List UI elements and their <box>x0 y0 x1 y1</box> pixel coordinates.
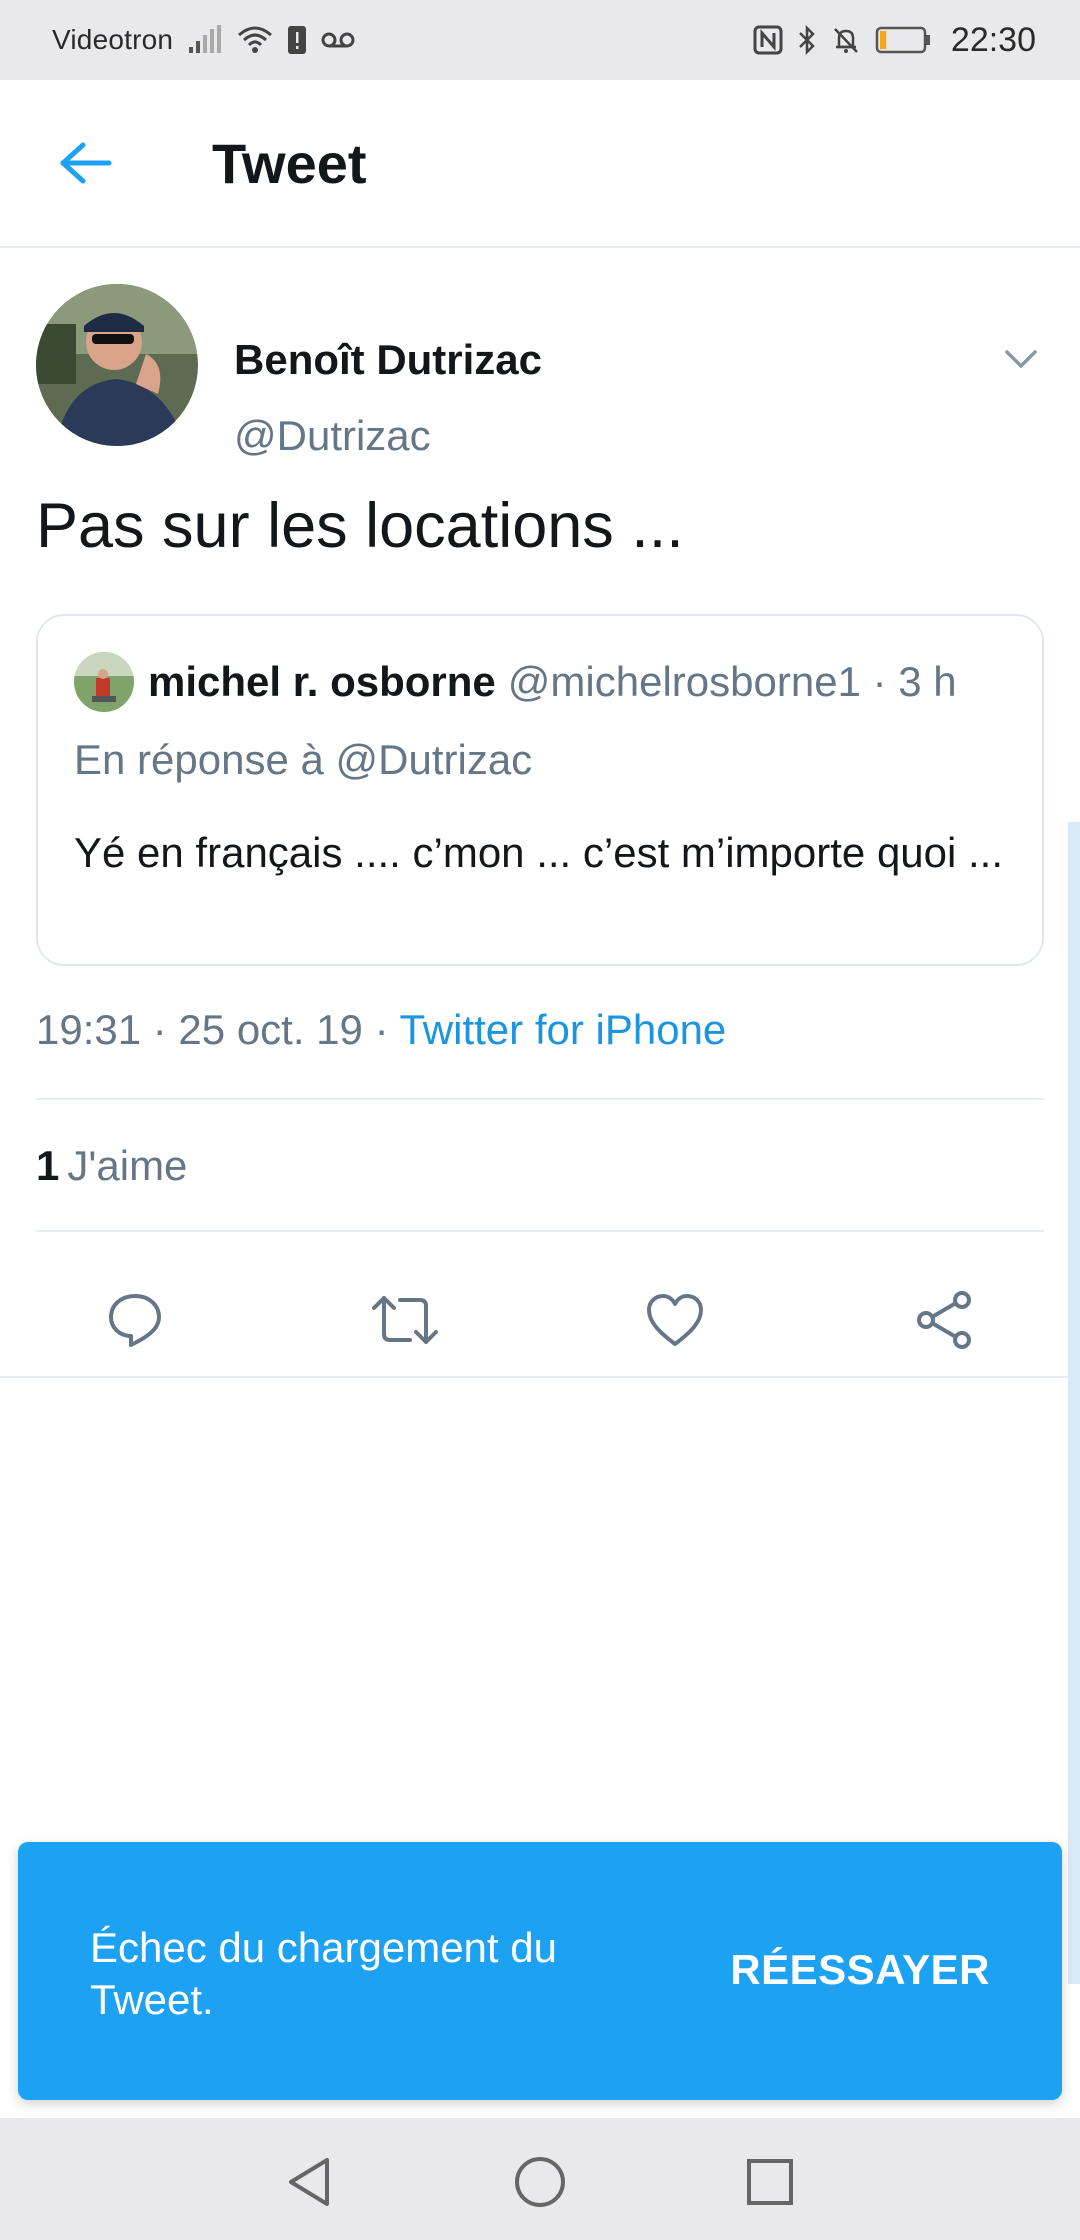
signal-icon <box>187 25 223 55</box>
likes-label: J'aime <box>67 1142 188 1189</box>
tweet-source-link[interactable]: Twitter for iPhone <box>399 1006 726 1053</box>
home-circle-icon <box>515 2157 565 2207</box>
carrier-name: Videotron <box>52 24 174 55</box>
back-triangle-icon <box>289 2158 329 2206</box>
nfc-icon <box>753 25 783 55</box>
quoted-author-name[interactable]: michel r. osborne <box>148 658 496 706</box>
divider <box>36 1098 1044 1100</box>
likes-number: 1 <box>36 1142 60 1189</box>
battery-icon <box>875 25 931 55</box>
page-title: Tweet <box>212 131 367 195</box>
clock: 22:30 <box>950 20 1036 59</box>
chevron-down-icon <box>1005 350 1037 368</box>
share-icon <box>917 1291 971 1349</box>
tweet-actions <box>0 1250 1080 1380</box>
mute-icon <box>831 25 861 55</box>
voicemail-icon <box>321 30 355 50</box>
heart-icon <box>647 1294 703 1346</box>
nav-home-button[interactable] <box>500 2142 580 2222</box>
divider <box>36 1230 1044 1232</box>
quoted-reply-context: En réponse à @Dutrizac <box>74 736 533 783</box>
divider <box>0 1376 1080 1378</box>
nav-back-button[interactable] <box>270 2142 350 2222</box>
app-header: Tweet <box>0 80 1080 248</box>
tweet-text: Pas sur les locations ... <box>36 491 684 561</box>
battery-fill <box>879 31 887 49</box>
like-button[interactable] <box>635 1280 715 1360</box>
reply-button[interactable] <box>95 1280 175 1360</box>
wifi-icon <box>237 25 273 55</box>
author-row: Benoît Dutrizac @Dutrizac <box>36 284 1046 459</box>
avatar[interactable] <box>74 652 134 712</box>
quoted-tweet-header: michel r. osborne @michelrosborne1 · 3 h <box>74 652 957 712</box>
scrollbar[interactable] <box>1068 822 1080 1984</box>
sim-alert-icon <box>287 24 307 56</box>
reply-icon <box>109 1294 161 1347</box>
author-name[interactable]: Benoît Dutrizac <box>234 336 542 384</box>
nav-recents-button[interactable] <box>730 2142 810 2222</box>
back-button[interactable] <box>40 118 130 208</box>
bluetooth-icon <box>797 24 817 56</box>
system-nav-bar <box>0 2118 1080 2240</box>
tweet-metadata: 19:31 · 25 oct. 19 · Twitter for iPhone <box>36 1006 726 1054</box>
retweet-icon <box>372 1296 438 1344</box>
share-button[interactable] <box>905 1280 985 1360</box>
quoted-tweet-text: Yé en français .... c’mon ... c’est m’im… <box>74 829 1004 876</box>
recents-square-icon <box>747 2159 793 2205</box>
likes-count[interactable]: 1 J'aime <box>36 1142 187 1190</box>
status-bar: Videotron 22:30 <box>0 0 1080 80</box>
snackbar-message: Échec du chargement du Tweet. <box>90 1924 557 2023</box>
error-snackbar: Échec du chargement du Tweet. RÉESSAYER <box>18 1842 1062 2100</box>
tweet-timestamp: 19:31 · 25 oct. 19 · <box>36 1006 400 1053</box>
arrow-left-icon <box>60 142 112 184</box>
retweet-button[interactable] <box>365 1280 445 1360</box>
quoted-tweet[interactable]: michel r. osborne @michelrosborne1 · 3 h… <box>36 614 1044 966</box>
tweet-menu-button[interactable] <box>996 334 1046 384</box>
author-handle[interactable]: @Dutrizac <box>234 412 431 460</box>
quoted-author-handle: @michelrosborne1 · 3 h <box>507 658 957 705</box>
retry-button[interactable]: RÉESSAYER <box>730 1946 990 1994</box>
avatar[interactable] <box>36 284 198 446</box>
